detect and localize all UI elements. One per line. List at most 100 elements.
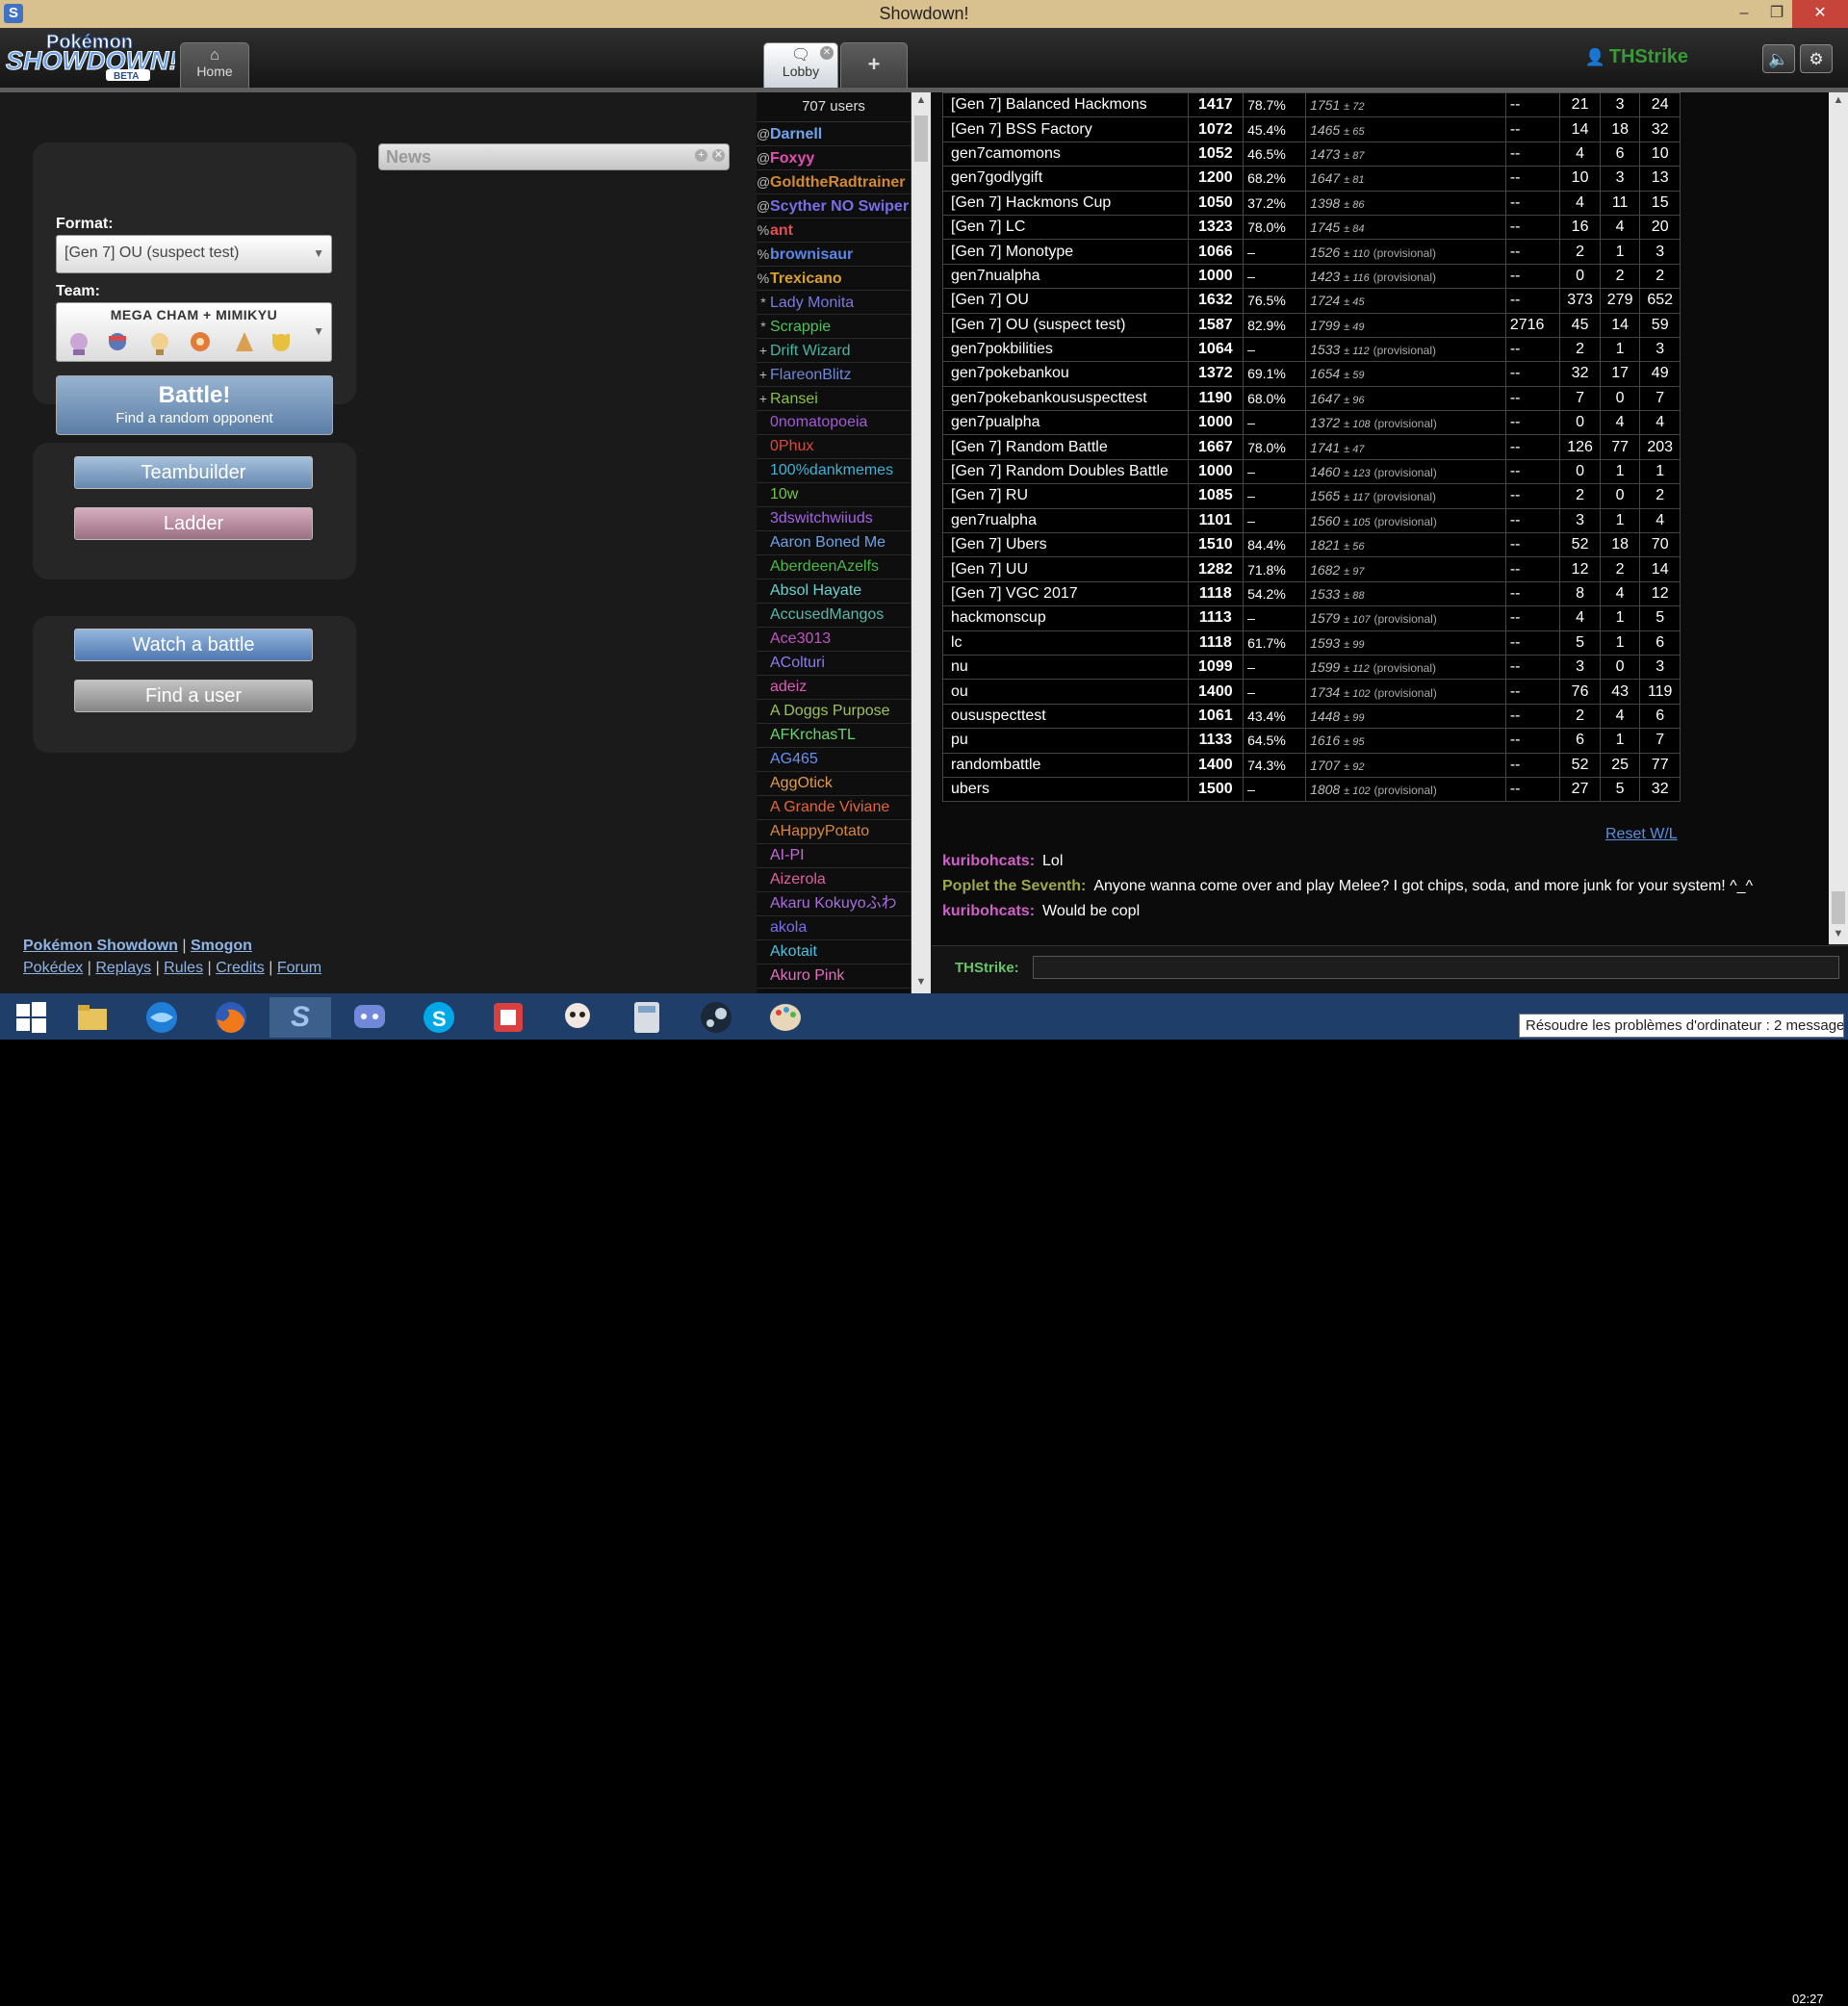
user-list-item[interactable]: + FlareonBlitz	[757, 363, 911, 387]
glicko-value: 1808	[1310, 782, 1341, 798]
close-icon[interactable]: ✕	[1792, 0, 1848, 28]
teambuilder-button[interactable]: Teambuilder	[74, 456, 313, 489]
user-menu[interactable]: 👤 THStrike	[1585, 46, 1688, 68]
file-explorer-icon[interactable]	[62, 997, 123, 1038]
user-list-item[interactable]: AG465	[757, 748, 911, 772]
scroll-up-icon[interactable]: ▲	[911, 94, 931, 106]
new-tab-button[interactable]: +	[840, 42, 908, 88]
showdown-logo[interactable]: Pokémon SHOWDOWN! BETA	[4, 31, 175, 81]
user-list-item[interactable]: 0nomatopoeia	[757, 411, 911, 435]
user-list-item[interactable]: @GoldtheRadtrainer	[757, 170, 911, 194]
chat-scrollbar[interactable]: ▲ ▼	[1829, 92, 1848, 944]
chat-username[interactable]: kuribohcats:	[942, 903, 1035, 919]
user-list-item[interactable]: A Doggs Purpose	[757, 700, 911, 724]
scroll-up-icon[interactable]: ▲	[1829, 94, 1848, 106]
showdown-icon[interactable]: S	[270, 997, 331, 1038]
user-list-item[interactable]: Absol Hayate	[757, 579, 911, 604]
link-forum[interactable]: Forum	[277, 960, 321, 976]
ladder-button[interactable]: Ladder	[74, 507, 313, 540]
user-list-item[interactable]: Akuro Pink	[757, 964, 911, 989]
sound-button[interactable]: 🔈	[1762, 44, 1795, 73]
maximize-icon[interactable]: ❐	[1759, 0, 1794, 28]
scrollbar-thumb[interactable]	[914, 116, 928, 162]
user-list-item[interactable]: * Scrappie	[757, 315, 911, 339]
skype-icon[interactable]: S	[408, 997, 470, 1038]
ladder-gxe: 76.5%	[1243, 288, 1307, 314]
user-list-item[interactable]: * Lady Monita	[757, 291, 911, 315]
ladder-wins: 0	[1559, 263, 1601, 290]
steam-icon[interactable]	[685, 997, 747, 1038]
chat-username[interactable]: Poplet the Seventh:	[942, 878, 1086, 894]
link-rules[interactable]: Rules	[164, 960, 203, 976]
user-list-item[interactable]: 100%dankmemes	[757, 459, 911, 483]
find-user-button[interactable]: Find a user	[74, 680, 313, 712]
user-list-item[interactable]: @Scyther NO Swiper	[757, 194, 911, 219]
notes-app-icon[interactable]	[477, 997, 539, 1038]
paint-icon[interactable]	[755, 997, 816, 1038]
user-list-item[interactable]: 10w	[757, 483, 911, 507]
close-tab-icon[interactable]: ✕	[820, 46, 834, 60]
link-pokedex[interactable]: Pokédex	[23, 960, 83, 976]
format-select[interactable]: [Gen 7] OU (suspect test) ▼	[56, 235, 332, 273]
user-list-item[interactable]: AggOtick	[757, 772, 911, 796]
tab-home-label: Home	[196, 64, 233, 79]
link-replays[interactable]: Replays	[95, 960, 151, 976]
glicko-deviation: ± 108	[1344, 419, 1371, 431]
settings-button[interactable]: ⚙	[1800, 44, 1833, 73]
user-list-item[interactable]: adeiz	[757, 676, 911, 700]
discord-icon[interactable]	[339, 997, 400, 1038]
team-select[interactable]: MEGA CHAM + MIMIKYU ▼	[56, 302, 332, 362]
user-list-item[interactable]: AI-PI	[757, 844, 911, 868]
expand-icon[interactable]: +	[695, 149, 707, 162]
reset-wl-link[interactable]: Reset W/L	[1605, 826, 1678, 843]
windows-start-icon[interactable]	[0, 997, 62, 1038]
user-list-item[interactable]: A Grande Viviane	[757, 796, 911, 820]
user-list-item[interactable]: AberdeenAzelfs	[757, 555, 911, 579]
user-list-item[interactable]: Ace3013	[757, 628, 911, 652]
ladder-total: 119	[1639, 679, 1681, 705]
user-list-item[interactable]: Aaron Boned Me	[757, 531, 911, 555]
chat-username[interactable]: kuribohcats:	[942, 853, 1035, 869]
game-character-icon[interactable]	[547, 997, 608, 1038]
user-list-item[interactable]: akola	[757, 916, 911, 940]
scrollbar-thumb[interactable]	[1832, 891, 1845, 924]
minimize-icon[interactable]: –	[1727, 0, 1761, 28]
user-list-item[interactable]: @Foxyy	[757, 146, 911, 170]
user-list-item[interactable]: Aizerola	[757, 868, 911, 892]
chat-input[interactable]	[1033, 956, 1839, 979]
user-list-item[interactable]: %Trexicano	[757, 267, 911, 291]
user-list-item[interactable]: AHappyPotato	[757, 820, 911, 844]
link-smogon[interactable]: Smogon	[191, 938, 252, 954]
user-name: Akotait	[770, 943, 817, 960]
user-list-item[interactable]: Akotait	[757, 940, 911, 964]
ladder-glicko: 1741 ± 47	[1305, 434, 1506, 460]
user-list-item[interactable]: Akaru Kokuyoふわ	[757, 892, 911, 916]
user-list-item[interactable]: + Ransei	[757, 387, 911, 411]
tab-lobby[interactable]: 🗨 Lobby ✕	[763, 42, 838, 88]
link-pokemon-showdown[interactable]: Pokémon Showdown	[23, 938, 178, 954]
user-list-item[interactable]: @Darnell	[757, 122, 911, 146]
user-list-item[interactable]: AColturi	[757, 652, 911, 676]
ladder-table: [Gen 7] Balanced Hackmons 1417 78.7% 1751 ±…	[942, 91, 1681, 803]
user-list-item[interactable]: AccusedMangos	[757, 604, 911, 628]
ladder-elo: 1200	[1187, 166, 1245, 192]
scroll-down-icon[interactable]: ▼	[911, 976, 931, 988]
browser-swirl-icon[interactable]	[131, 997, 192, 1038]
watch-battle-button[interactable]: Watch a battle	[74, 629, 313, 661]
provisional-note: (provisional)	[1373, 784, 1437, 798]
firefox-icon[interactable]	[200, 997, 262, 1038]
user-list-item[interactable]: %ant	[757, 219, 911, 243]
user-list-item[interactable]: + Drift Wizard	[757, 339, 911, 363]
glicko-value: 1372	[1310, 415, 1341, 431]
user-list-item[interactable]: AFKrchasTL	[757, 724, 911, 748]
user-list-scrollbar[interactable]: ▲ ▼	[911, 92, 931, 993]
user-list-item[interactable]: 0Phux	[757, 435, 911, 459]
calculator-icon[interactable]	[616, 997, 678, 1038]
scroll-down-icon[interactable]: ▼	[1829, 928, 1848, 939]
link-credits[interactable]: Credits	[216, 960, 265, 976]
user-list-item[interactable]: %brownisaur	[757, 243, 911, 267]
battle-button[interactable]: Battle! Find a random opponent	[56, 375, 333, 435]
user-list-item[interactable]: 3dswitchwiiuds	[757, 507, 911, 531]
close-icon[interactable]: ✕	[712, 149, 725, 162]
tab-home[interactable]: ⌂ Home	[180, 42, 249, 88]
